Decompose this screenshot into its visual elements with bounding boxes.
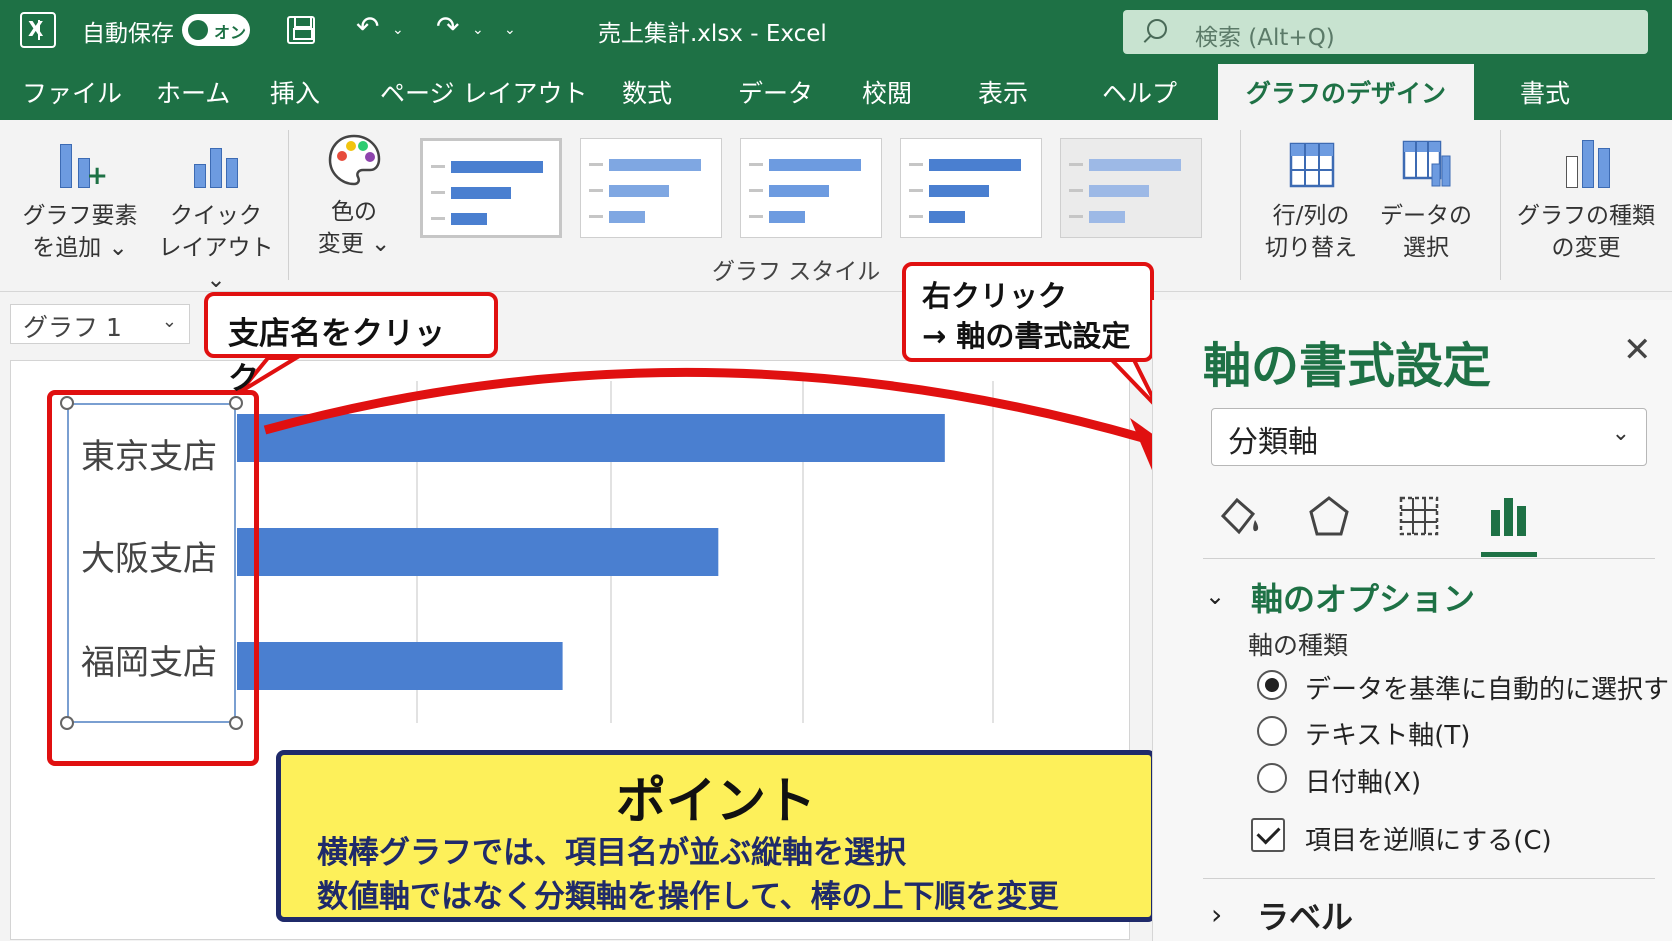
curved-arrow: [263, 367, 1152, 445]
axis-select-dropdown[interactable]: 分類軸 ⌄: [1211, 408, 1647, 466]
effects-pentagon-icon[interactable]: [1303, 490, 1355, 542]
reverse-order-checkbox[interactable]: [1251, 818, 1285, 852]
point-title: ポイント: [616, 772, 816, 830]
callout-click-branch: 支店名をクリック: [204, 292, 498, 397]
axis-options-icon[interactable]: [1483, 490, 1535, 542]
chevron-right-icon[interactable]: ›: [1211, 898, 1222, 931]
size-properties-icon[interactable]: [1393, 490, 1445, 542]
format-axis-pane: 軸の書式設定 ✕ 分類軸 ⌄ ⌄ 軸のオプション 軸の種類 データを基準に自動的…: [1152, 300, 1672, 941]
callout-right-click-line2: → 軸の書式設定: [922, 319, 1131, 353]
radio-date-axis-label[interactable]: 日付軸(X): [1305, 762, 1421, 799]
close-icon[interactable]: ✕: [1623, 330, 1652, 370]
fill-line-icon[interactable]: [1213, 490, 1265, 542]
axis-select-value: 分類軸: [1228, 425, 1318, 460]
labels-section-heading[interactable]: ラベル: [1257, 892, 1353, 938]
point-box: ポイント 横棒グラフでは、項目名が並ぶ縦軸を選択 数値軸ではなく分類軸を操作して…: [276, 750, 1156, 922]
chevron-down-icon: ⌄: [1611, 421, 1630, 446]
axis-type-label: 軸の種類: [1248, 631, 1349, 660]
reverse-order-label[interactable]: 項目を逆順にする(C): [1305, 820, 1552, 857]
radio-auto[interactable]: [1257, 670, 1287, 700]
callout-right-click: 右クリック → 軸の書式設定: [902, 262, 1154, 362]
axis-options-heading[interactable]: 軸のオプション: [1251, 574, 1475, 620]
radio-text-axis-label[interactable]: テキスト軸(T): [1305, 715, 1470, 752]
active-pane-tab-indicator: [1481, 552, 1537, 557]
radio-text-axis[interactable]: [1257, 716, 1287, 746]
callout-pointer-right: [1103, 354, 1160, 410]
radio-date-axis[interactable]: [1257, 763, 1287, 793]
point-line-2: 数値軸ではなく分類軸を操作して、棒の上下順を変更: [317, 879, 1059, 915]
point-line-1: 横棒グラフでは、項目名が並ぶ縦軸を選択: [317, 835, 906, 871]
pane-title: 軸の書式設定: [1203, 338, 1492, 394]
callout-right-click-line1: 右クリック: [922, 279, 1068, 313]
chevron-down-icon[interactable]: ⌄: [1205, 582, 1225, 610]
pane-divider: [1203, 878, 1655, 879]
pane-divider: [1203, 558, 1655, 559]
radio-auto-label[interactable]: データを基準に自動的に選択する: [1305, 669, 1672, 706]
